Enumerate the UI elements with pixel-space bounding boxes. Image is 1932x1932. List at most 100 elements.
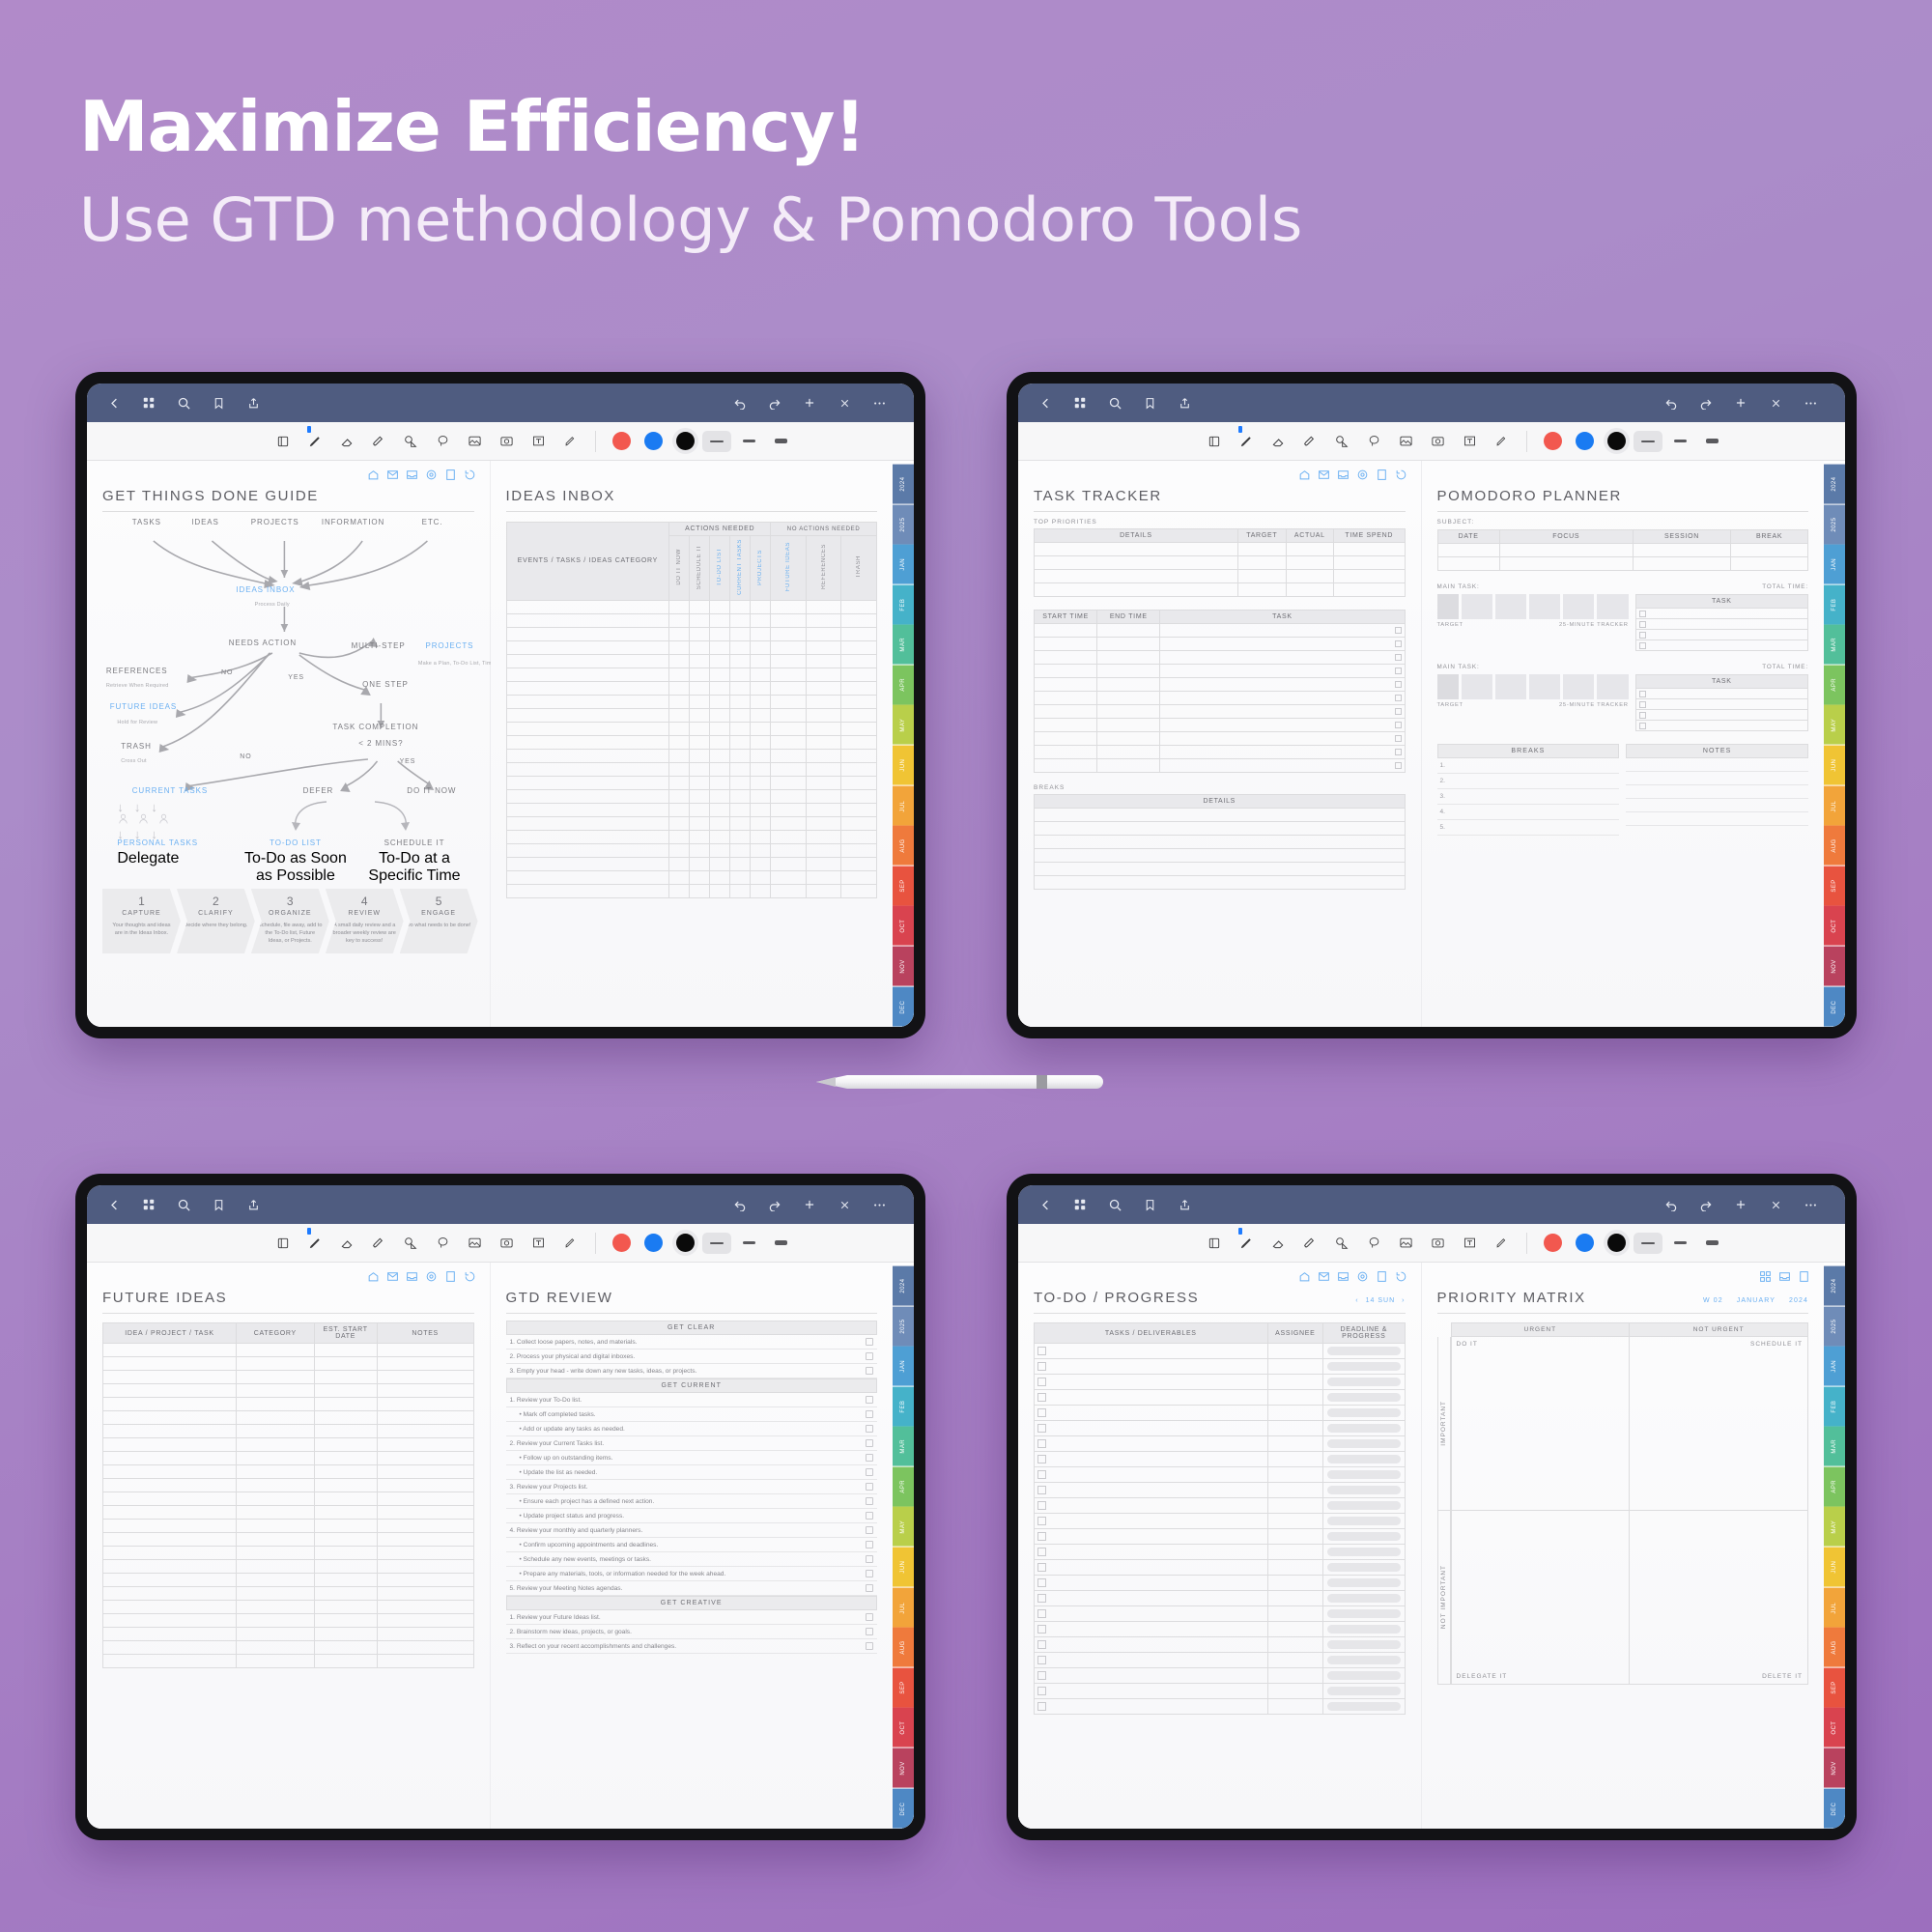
month-tab[interactable]: APR [1824, 1466, 1845, 1507]
month-tab[interactable]: JUN [1824, 1548, 1845, 1587]
month-tab[interactable]: AUG [1824, 826, 1845, 866]
camera-icon[interactable] [1423, 427, 1452, 456]
checkbox[interactable] [866, 1410, 873, 1418]
review-item[interactable]: 1. Review your Future Ideas list. [505, 1610, 877, 1625]
review-item[interactable]: • Add or update any tasks as needed. [505, 1422, 877, 1436]
back-chevron-icon[interactable] [100, 389, 128, 416]
week-label[interactable]: W 02 [1703, 1297, 1723, 1304]
redo-icon[interactable] [1692, 389, 1719, 416]
search-icon[interactable] [1101, 389, 1128, 416]
matrix-quadrant-delegate-it[interactable]: DELEGATE IT [1450, 1511, 1630, 1685]
eraser-icon[interactable] [1264, 1229, 1293, 1258]
color-red-swatch[interactable] [1538, 427, 1567, 456]
checkbox[interactable] [866, 1367, 873, 1375]
month-tab[interactable]: APR [893, 665, 914, 705]
month-tab[interactable]: FEB [893, 1386, 914, 1427]
checkbox[interactable] [866, 1497, 873, 1505]
checkbox[interactable] [1394, 749, 1402, 755]
month-tab[interactable]: 2024 [893, 465, 914, 504]
sticker-icon[interactable] [555, 427, 584, 456]
checkbox[interactable] [1394, 627, 1402, 634]
month-tab[interactable]: DEC [1824, 1788, 1845, 1829]
month-tab-rail[interactable]: 2024 2025 JAN FEB MAR APR MAY JUN JUL AUG SEP OCT NO… [893, 1263, 914, 1829]
checkbox[interactable] [866, 1541, 873, 1548]
progress-pill[interactable] [1327, 1548, 1401, 1556]
progress-pill[interactable] [1327, 1640, 1401, 1649]
grid-view-icon[interactable] [1759, 1270, 1772, 1283]
camera-icon[interactable] [1423, 1229, 1452, 1258]
month-tab[interactable]: JUN [893, 1548, 914, 1587]
progress-pill[interactable] [1327, 1362, 1401, 1371]
plus-icon[interactable] [1727, 389, 1754, 416]
review-item[interactable]: • Schedule any new events, meetings or t… [505, 1552, 877, 1567]
checkbox[interactable] [1037, 1563, 1046, 1572]
shape-icon[interactable] [1327, 427, 1356, 456]
progress-pill[interactable] [1327, 1609, 1401, 1618]
month-tab[interactable]: DEC [1824, 986, 1845, 1027]
checkbox[interactable] [866, 1439, 873, 1447]
month-tab-rail[interactable]: 2024 2025 JAN FEB MAR APR MAY JUN JUL AUG SEP OCT NO… [893, 461, 914, 1027]
progress-pill[interactable] [1327, 1671, 1401, 1680]
sticker-icon[interactable] [1487, 1229, 1516, 1258]
progress-pill[interactable] [1327, 1424, 1401, 1433]
redo-icon[interactable] [761, 389, 788, 416]
progress-pill[interactable] [1327, 1532, 1401, 1541]
search-icon[interactable] [170, 389, 197, 416]
month-tab[interactable]: SEP [1824, 866, 1845, 906]
undo-icon[interactable] [1658, 389, 1685, 416]
month-tab-rail[interactable]: 2024 2025 JAN FEB MAR APR MAY JUN JUL AUG SEP OCT NO… [1824, 1263, 1845, 1829]
checkbox[interactable] [1037, 1393, 1046, 1402]
checkbox[interactable] [1037, 1594, 1046, 1603]
highlighter-icon[interactable] [1295, 427, 1324, 456]
shape-icon[interactable] [1327, 1229, 1356, 1258]
highlighter-icon[interactable] [364, 427, 393, 456]
more-icon[interactable] [866, 1191, 893, 1218]
checkbox[interactable] [1037, 1532, 1046, 1541]
page-flip-icon[interactable] [269, 1229, 298, 1258]
checkbox[interactable] [1037, 1656, 1046, 1664]
review-item[interactable]: • Ensure each project has a defined next… [505, 1494, 877, 1509]
checkbox[interactable] [866, 1555, 873, 1563]
month-tab[interactable]: NOV [893, 1747, 914, 1788]
checkbox[interactable] [1037, 1362, 1046, 1371]
month-tab[interactable]: OCT [1824, 906, 1845, 946]
progress-pill[interactable] [1327, 1486, 1401, 1494]
width-thin-button[interactable] [702, 427, 731, 456]
checkbox[interactable] [866, 1425, 873, 1433]
month-tab[interactable]: MAY [893, 705, 914, 746]
width-medium-button[interactable] [734, 1229, 763, 1258]
camera-icon[interactable] [492, 427, 521, 456]
image-icon[interactable] [1391, 1229, 1420, 1258]
progress-pill[interactable] [1327, 1517, 1401, 1525]
checkbox[interactable] [1037, 1378, 1046, 1386]
month-tab[interactable]: FEB [1824, 1386, 1845, 1427]
width-thick-button[interactable] [766, 427, 795, 456]
month-tab[interactable]: JUL [1824, 1587, 1845, 1628]
month-tab[interactable]: OCT [893, 1708, 914, 1747]
eraser-icon[interactable] [332, 427, 361, 456]
bookmark-icon[interactable] [205, 389, 232, 416]
close-icon[interactable] [1762, 1191, 1789, 1218]
month-tab[interactable]: NOV [1824, 1747, 1845, 1788]
checkbox[interactable] [1394, 762, 1402, 769]
progress-pill[interactable] [1327, 1347, 1401, 1355]
checkbox[interactable] [866, 1338, 873, 1346]
back-chevron-icon[interactable] [100, 1191, 128, 1218]
month-tab[interactable]: AUG [893, 1628, 914, 1667]
month-tab[interactable]: FEB [893, 584, 914, 625]
redo-icon[interactable] [1692, 1191, 1719, 1218]
progress-pill[interactable] [1327, 1408, 1401, 1417]
review-item[interactable]: 4. Review your monthly and quarterly pla… [505, 1523, 877, 1538]
pen-icon[interactable] [300, 425, 329, 456]
color-blue-swatch[interactable] [1570, 1229, 1599, 1258]
color-blue-swatch[interactable] [1570, 427, 1599, 456]
month-tab[interactable]: JAN [1824, 545, 1845, 584]
checkbox[interactable] [1638, 632, 1646, 639]
plus-icon[interactable] [796, 389, 823, 416]
progress-pill[interactable] [1327, 1687, 1401, 1695]
checkbox[interactable] [1638, 723, 1646, 729]
progress-pill[interactable] [1327, 1378, 1401, 1386]
review-item[interactable]: • Update project status and progress. [505, 1509, 877, 1523]
schedule-table[interactable]: START TIME END TIME TASK [1033, 610, 1406, 773]
month-tab-rail[interactable]: 2024 2025 JAN FEB MAR APR MAY JUN JUL AUG SEP OCT NO… [1824, 461, 1845, 1027]
